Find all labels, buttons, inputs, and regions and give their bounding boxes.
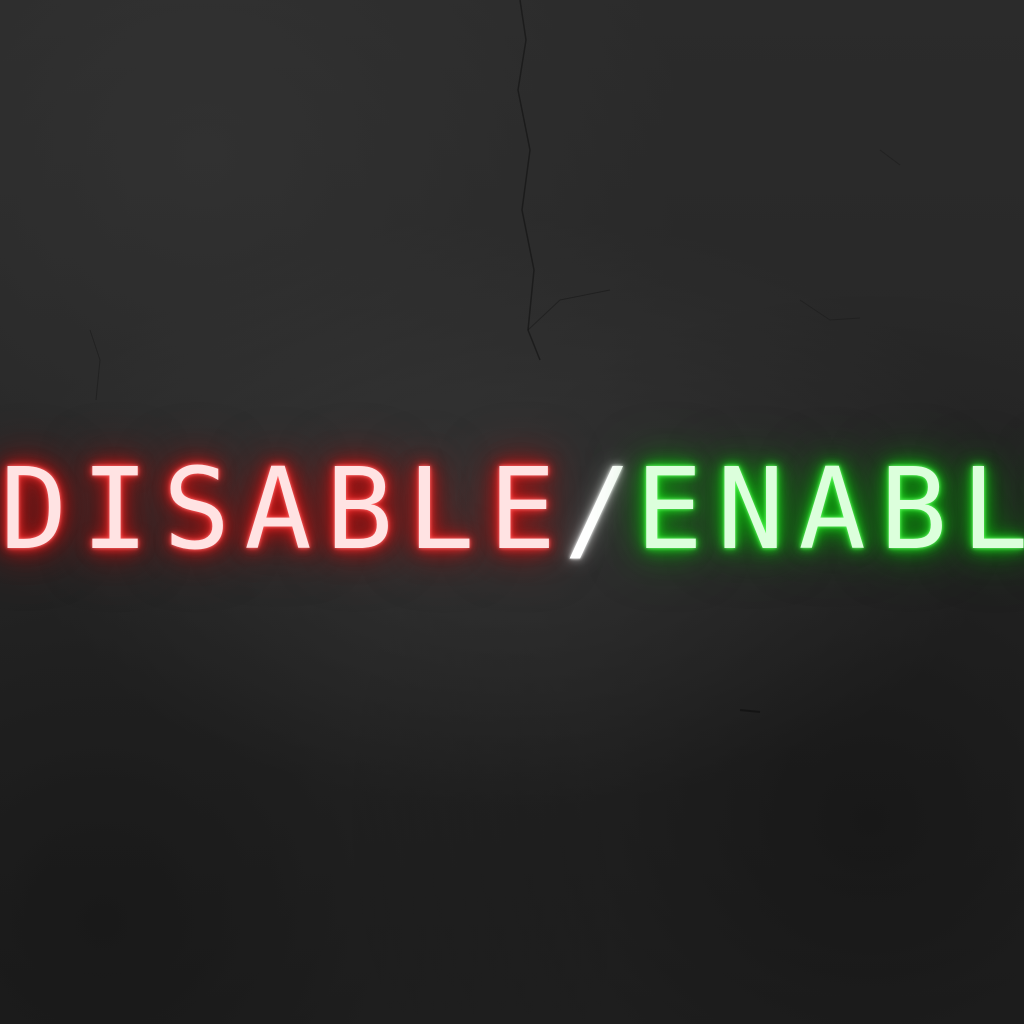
neon-word-enable: ENABLE (635, 445, 1024, 575)
neon-word-disable: DISABLE (0, 445, 571, 575)
neon-slash: / (564, 445, 632, 575)
neon-sign: DISABLE/ENABLE (0, 440, 1024, 580)
concrete-wall-background: DISABLE/ENABLE (0, 0, 1024, 1024)
